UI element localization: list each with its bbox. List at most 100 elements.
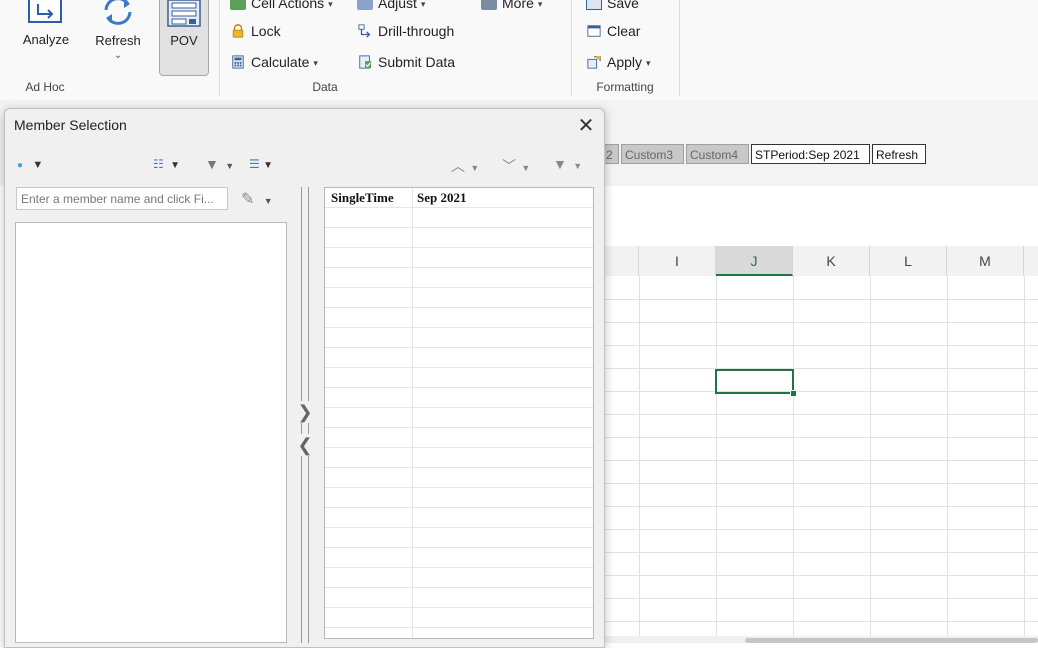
chevron-down-icon: ▼ xyxy=(521,163,531,173)
more-icon xyxy=(481,0,497,10)
chevron-down-icon: ▾ xyxy=(646,58,651,68)
pov-item-stperiod[interactable]: STPeriod:Sep 2021 xyxy=(751,144,870,164)
move-down-dropdown[interactable]: ﹀ ▼ xyxy=(502,156,530,176)
wrench-icon: ✎ xyxy=(241,191,255,208)
chevron-right-icon: ❯ xyxy=(297,402,313,422)
lock-label: Lock xyxy=(251,23,281,39)
selection-empty-row xyxy=(325,588,593,608)
column-header-k[interactable]: K xyxy=(793,246,870,276)
grid-row-line xyxy=(604,322,1038,323)
group-label-adhoc: Ad Hoc xyxy=(25,80,65,94)
calculate-button[interactable]: Calculate ▾ xyxy=(230,51,318,73)
selection-empty-row xyxy=(325,508,593,528)
chevron-down-icon: ▾ xyxy=(313,58,318,68)
dimension-dropdown[interactable]: ● ▼ xyxy=(17,157,43,171)
selection-member: Sep 2021 xyxy=(417,190,467,205)
pov-button[interactable]: POV xyxy=(159,0,209,76)
refresh-icon xyxy=(104,0,132,25)
chevron-down-icon: ▼ xyxy=(470,163,480,173)
chevron-down-icon: ▾ xyxy=(328,0,333,9)
save-icon xyxy=(586,0,602,10)
ribbon-separator xyxy=(219,0,220,96)
close-button[interactable]: ✕ xyxy=(573,113,599,139)
filter-dropdown[interactable]: ▼ ▼ xyxy=(205,156,234,172)
grid-row-line xyxy=(604,414,1038,415)
chevron-down-icon: ﹀ xyxy=(502,158,516,174)
drill-through-button[interactable]: Drill-through xyxy=(357,20,454,42)
grid-column-line xyxy=(793,276,794,643)
selection-list[interactable]: SingleTime Sep 2021 xyxy=(324,187,594,639)
lock-button[interactable]: Lock xyxy=(230,20,281,42)
grid-column-line xyxy=(1024,276,1025,643)
selection-empty-row xyxy=(325,608,593,628)
cell-actions-button[interactable]: Cell Actions ▾ xyxy=(230,0,333,14)
refresh-label: Refresh xyxy=(95,33,141,48)
grid-column-line xyxy=(716,276,717,643)
selection-filter-dropdown[interactable]: ▼ ▼ xyxy=(553,156,582,172)
selection-empty-row xyxy=(325,268,593,288)
member-search-input[interactable] xyxy=(16,187,228,210)
column-header-l[interactable]: L xyxy=(870,246,947,276)
selection-empty-row xyxy=(325,428,593,448)
selection-empty-row xyxy=(325,208,593,228)
selection-empty-row xyxy=(325,308,593,328)
clear-label: Clear xyxy=(607,23,641,39)
calculate-label: Calculate xyxy=(251,54,310,70)
remove-selection-button[interactable]: ❮ xyxy=(295,434,315,456)
grid-row-line xyxy=(604,483,1038,484)
group-label-formatting: Formatting xyxy=(596,80,654,94)
column-header-i[interactable]: I xyxy=(639,246,716,276)
horizontal-scrollbar-thumb[interactable] xyxy=(745,638,1038,643)
refresh-button[interactable]: Refresh ⌄ xyxy=(88,0,148,66)
selection-row[interactable]: SingleTime Sep 2021 xyxy=(325,188,593,208)
fill-handle[interactable] xyxy=(790,390,797,397)
member-icon: ● xyxy=(17,160,24,171)
more-button[interactable]: More ▾ xyxy=(481,0,542,14)
pov-icon xyxy=(167,0,201,27)
apply-label: Apply xyxy=(607,54,643,70)
move-up-dropdown[interactable]: ︿ ▼ xyxy=(451,156,479,176)
pov-label: POV xyxy=(170,33,198,48)
member-tree[interactable] xyxy=(15,222,287,643)
column-header-h[interactable] xyxy=(604,246,639,276)
analyze-button[interactable]: Analyze xyxy=(16,0,76,60)
pov-item-custom3[interactable]: Custom3 xyxy=(621,144,684,164)
search-options-dropdown[interactable]: ✎ ▼ xyxy=(241,189,273,209)
selection-empty-row xyxy=(325,408,593,428)
ribbon: Analyze Refresh ⌄ POV Ad Hoc Cell Action… xyxy=(0,0,1038,100)
hierarchy-dropdown[interactable]: ☰ ▼ xyxy=(249,157,273,171)
column-header-j[interactable]: J xyxy=(716,246,793,276)
chevron-down-icon: ▾ xyxy=(420,0,426,9)
pov-refresh-button[interactable]: Refresh xyxy=(872,144,926,164)
grid-row-line xyxy=(604,345,1038,346)
ribbon-separator xyxy=(679,0,680,96)
pov-item-custom4[interactable]: Custom4 xyxy=(686,144,749,164)
grid-row-line xyxy=(604,299,1038,300)
adjust-button[interactable]: Adjust ▾ xyxy=(357,0,425,14)
add-selection-button[interactable]: ❯ xyxy=(295,401,315,423)
grid-row-line xyxy=(604,368,1038,369)
selection-empty-row xyxy=(325,528,593,548)
column-header-m[interactable]: M xyxy=(947,246,1024,276)
selection-empty-row xyxy=(325,288,593,308)
chevron-down-icon: ▼ xyxy=(32,159,44,171)
column-header-n[interactable] xyxy=(1024,246,1038,276)
grid-column-line xyxy=(947,276,948,643)
grid-row-line xyxy=(604,598,1038,599)
apply-button[interactable]: Apply ▾ xyxy=(586,51,651,73)
save-button[interactable]: Save xyxy=(586,0,639,14)
cell-actions-label: Cell Actions xyxy=(251,0,325,11)
analyze-icon xyxy=(28,0,62,23)
selection-empty-row xyxy=(325,488,593,508)
view-dropdown[interactable]: ☷ ▼ xyxy=(153,157,180,171)
selection-empty-row xyxy=(325,388,593,408)
chevron-down-icon: ▼ xyxy=(263,160,274,171)
chevron-down-icon: ▼ xyxy=(573,161,583,171)
clear-icon xyxy=(587,25,601,37)
grid-row-line xyxy=(604,575,1038,576)
submit-data-button[interactable]: Submit Data xyxy=(357,51,455,73)
clear-button[interactable]: Clear xyxy=(586,20,640,42)
more-label: More xyxy=(502,0,534,11)
active-cell[interactable] xyxy=(715,369,794,394)
chevron-down-icon: ▾ xyxy=(537,0,543,9)
